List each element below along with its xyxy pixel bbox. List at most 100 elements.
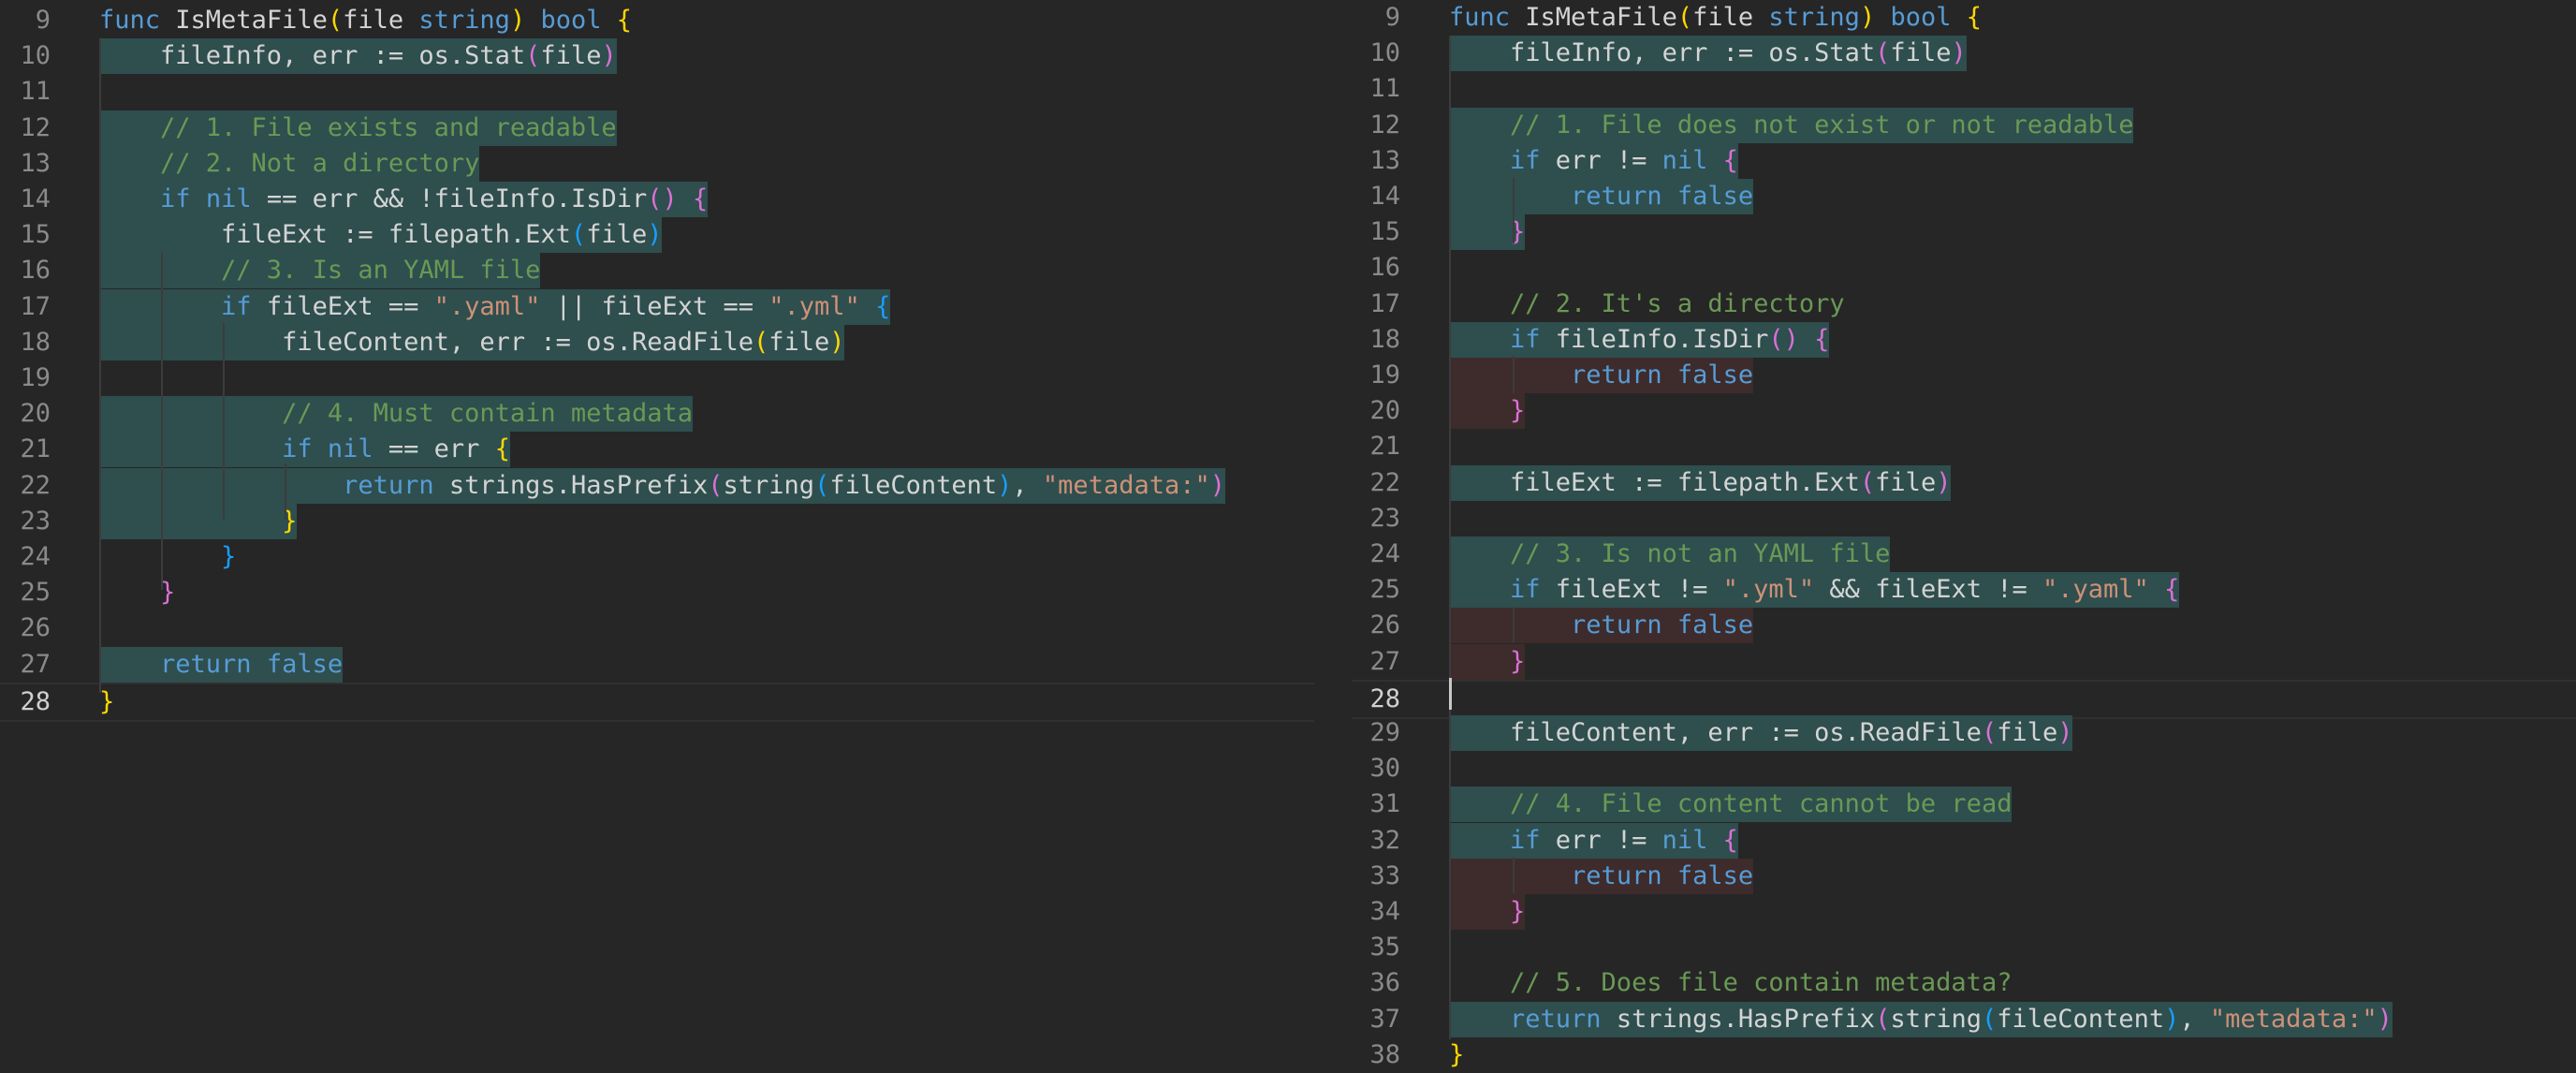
code-line[interactable]: 27 return false — [0, 646, 1314, 683]
code-line[interactable]: 11 — [0, 74, 1314, 110]
code-text[interactable]: } — [1449, 1037, 1464, 1073]
code-text[interactable]: return false — [1449, 859, 1753, 894]
code-text[interactable]: fileExt := filepath.Ext(file) — [1449, 465, 1951, 501]
code-line[interactable]: 22 return strings.HasPrefix(string(fileC… — [0, 467, 1314, 504]
code-text[interactable]: if err != nil { — [1449, 823, 1738, 859]
code-token: fileContent, err := os.ReadFile — [1449, 718, 1982, 747]
code-line[interactable]: 28} — [0, 682, 1314, 722]
code-line[interactable]: 10 fileInfo, err := os.Stat(file) — [0, 38, 1314, 75]
code-line[interactable]: 17 if fileExt == ".yaml" || fileExt == "… — [0, 288, 1314, 325]
code-line[interactable]: 33 return false — [1352, 858, 2576, 894]
code-line[interactable]: 24 // 3. Is not an YAML file — [1352, 536, 2576, 572]
code-line[interactable]: 18 fileContent, err := os.ReadFile(file) — [0, 324, 1314, 360]
code-token: bool — [1890, 3, 1952, 32]
code-text[interactable]: return false — [99, 647, 343, 683]
code-line[interactable]: 14 if nil == err && !fileInfo.IsDir() { — [0, 182, 1314, 217]
code-token: string — [723, 470, 815, 500]
code-line[interactable]: 26 — [0, 610, 1314, 646]
code-text[interactable]: } — [99, 575, 175, 610]
code-line[interactable]: 16 — [1352, 250, 2576, 286]
code-text[interactable]: // 2. Not a directory — [99, 146, 479, 182]
code-text[interactable]: // 1. File exists and readable — [99, 110, 617, 146]
code-text[interactable]: if nil == err && !fileInfo.IsDir() { — [99, 182, 708, 217]
code-line[interactable]: 29 fileContent, err := os.ReadFile(file) — [1352, 715, 2576, 751]
code-line[interactable]: 27 } — [1352, 643, 2576, 680]
code-token: ) — [1209, 470, 1225, 500]
code-line[interactable]: 18 if fileInfo.IsDir() { — [1352, 321, 2576, 358]
code-text[interactable]: } — [1449, 644, 1525, 680]
code-text[interactable]: // 3. Is not an YAML file — [1449, 536, 1890, 572]
code-line[interactable]: 23 — [1352, 501, 2576, 536]
code-text[interactable]: fileContent, err := os.ReadFile(file) — [1449, 715, 2073, 751]
code-line[interactable]: 22 fileExt := filepath.Ext(file) — [1352, 464, 2576, 501]
code-token: return false — [1571, 610, 1754, 640]
code-line[interactable]: 24 } — [0, 539, 1314, 575]
code-line[interactable]: 28 — [1352, 679, 2576, 719]
code-line[interactable]: 9 func IsMetaFile(file string) bool { — [1352, 0, 2576, 36]
code-line[interactable]: 9 func IsMetaFile(file string) bool { — [0, 3, 1314, 38]
code-line[interactable]: 12 // 1. File does not exist or not read… — [1352, 107, 2576, 143]
code-line[interactable]: 16 // 3. Is an YAML file — [0, 253, 1314, 289]
code-text[interactable]: fileInfo, err := os.Stat(file) — [99, 38, 617, 74]
code-text[interactable]: } — [99, 684, 114, 720]
code-line[interactable]: 35 — [1352, 930, 2576, 965]
code-line[interactable]: 20 // 4. Must contain metadata — [0, 396, 1314, 433]
code-text[interactable]: func IsMetaFile(file string) bool { — [99, 3, 632, 38]
code-line[interactable]: 32 if err != nil { — [1352, 822, 2576, 859]
code-text[interactable]: return false — [1449, 608, 1753, 643]
code-line[interactable]: 25 if fileExt != ".yml" && fileExt != ".… — [1352, 572, 2576, 609]
code-text[interactable]: // 3. Is an YAML file — [99, 253, 540, 288]
code-line[interactable]: 21 if nil == err { — [0, 432, 1314, 468]
code-text[interactable]: fileExt := filepath.Ext(file) — [99, 217, 662, 253]
code-line[interactable]: 13 // 2. Not a directory — [0, 145, 1314, 182]
code-line[interactable]: 26 return false — [1352, 608, 2576, 644]
code-token: fileContent — [1997, 1004, 2165, 1034]
code-line[interactable]: 14 return false — [1352, 179, 2576, 214]
code-text[interactable]: fileInfo, err := os.Stat(file) — [1449, 36, 1967, 71]
code-line[interactable]: 15 } — [1352, 214, 2576, 251]
code-text[interactable]: return strings.HasPrefix(string(fileCont… — [1449, 1002, 2393, 1037]
code-line[interactable]: 34 } — [1352, 894, 2576, 930]
code-line[interactable]: 25 } — [0, 575, 1314, 610]
code-line[interactable]: 19 return false — [1352, 358, 2576, 393]
code-text[interactable]: if err != nil { — [1449, 143, 1738, 179]
code-line[interactable]: 12 // 1. File exists and readable — [0, 110, 1314, 146]
code-text[interactable]: } — [1449, 894, 1525, 930]
code-line[interactable]: 31 // 4. File content cannot be read — [1352, 786, 2576, 823]
code-line[interactable]: 23 } — [0, 503, 1314, 539]
code-line[interactable]: 13 if err != nil { — [1352, 142, 2576, 179]
indent-guide — [99, 39, 101, 693]
code-text[interactable]: } — [1449, 393, 1525, 429]
code-line[interactable]: 19 — [0, 360, 1314, 396]
code-text[interactable]: } — [99, 539, 236, 575]
code-text[interactable]: // 5. Does file contain metadata? — [1449, 965, 2012, 1001]
code-text[interactable]: // 4. Must contain metadata — [99, 396, 693, 432]
code-line[interactable]: 15 fileExt := filepath.Ext(file) — [0, 217, 1314, 254]
diff-pane-modified[interactable]: 9 func IsMetaFile(file string) bool {10 f… — [1352, 0, 2576, 1069]
code-line[interactable]: 10 fileInfo, err := os.Stat(file) — [1352, 36, 2576, 72]
code-text[interactable]: // 4. File content cannot be read — [1449, 786, 2012, 822]
code-text[interactable]: return strings.HasPrefix(string(fileCont… — [99, 468, 1225, 504]
code-text[interactable]: } — [99, 504, 297, 539]
code-text[interactable]: return false — [1449, 179, 1753, 214]
diff-pane-original[interactable]: 9 func IsMetaFile(file string) bool {10 f… — [0, 0, 1314, 1060]
code-text[interactable]: if fileExt != ".yml" && fileExt != ".yam… — [1449, 572, 2179, 608]
code-line[interactable]: 11 — [1352, 71, 2576, 107]
code-text[interactable]: // 1. File does not exist or not readabl… — [1449, 108, 2133, 143]
code-line[interactable]: 36 // 5. Does file contain metadata? — [1352, 965, 2576, 1001]
line-number: 21 — [20, 434, 51, 464]
code-line[interactable]: 38} — [1352, 1037, 2576, 1073]
code-line[interactable]: 37 return strings.HasPrefix(string(fileC… — [1352, 1001, 2576, 1037]
code-line[interactable]: 21 — [1352, 429, 2576, 464]
code-line[interactable]: 30 — [1352, 751, 2576, 786]
code-text[interactable]: func IsMetaFile(file string) bool { — [1449, 0, 1982, 36]
code-text[interactable]: return false — [1449, 358, 1753, 393]
code-text[interactable]: if fileExt == ".yaml" || fileExt == ".ym… — [99, 289, 890, 325]
code-line[interactable]: 17 // 2. It's a directory — [1352, 287, 2576, 322]
code-text[interactable]: // 2. It's a directory — [1449, 287, 1845, 322]
line-number: 30 — [1369, 754, 1400, 784]
code-line[interactable]: 20 } — [1352, 393, 2576, 430]
code-text[interactable]: if fileInfo.IsDir() { — [1449, 322, 1829, 358]
code-text[interactable]: fileContent, err := os.ReadFile(file) — [99, 325, 844, 360]
